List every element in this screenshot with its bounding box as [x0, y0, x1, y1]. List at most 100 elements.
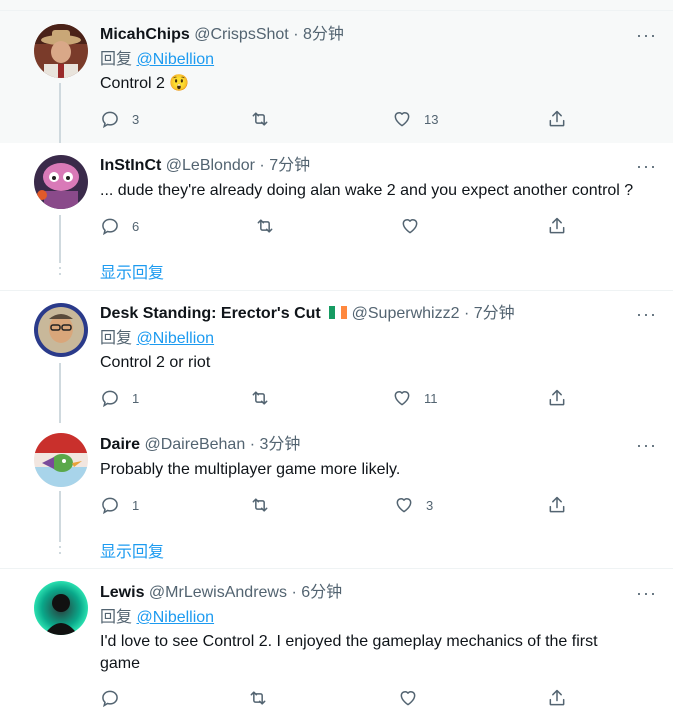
tweet-card[interactable]: MicahChips @CrispsShot · 8分钟 ··· 回复 @Nib…: [0, 11, 673, 143]
reply-icon: [102, 218, 118, 236]
reply-button[interactable]: 3: [100, 109, 139, 129]
reply-button[interactable]: 1: [100, 495, 139, 515]
retweet-icon: [252, 112, 268, 126]
reply-button[interactable]: 6: [100, 216, 139, 236]
thread-line: [59, 215, 61, 261]
action-bar: 1 3: [100, 495, 580, 515]
like-button[interactable]: 13: [392, 109, 438, 129]
like-count: 3: [426, 497, 434, 513]
retweet-button[interactable]: [250, 495, 282, 515]
like-button[interactable]: 3: [394, 495, 433, 515]
thread-dots: [59, 540, 61, 558]
tweet-header: MicahChips @CrispsShot · 8分钟: [100, 25, 344, 45]
separator-dot: ·: [463, 305, 470, 322]
share-button[interactable]: [547, 688, 567, 708]
display-name[interactable]: Desk Standing: Erector's Cut: [100, 305, 321, 322]
timestamp[interactable]: 7分钟: [269, 157, 310, 174]
reply-button[interactable]: [100, 688, 132, 708]
like-button[interactable]: [400, 216, 432, 236]
reply-icon: [102, 390, 118, 408]
ireland-flag-icon: [329, 306, 348, 319]
show-replies-link[interactable]: 显示回复: [100, 259, 164, 283]
like-button[interactable]: [398, 688, 430, 708]
reply-prefix: 回复: [100, 51, 133, 68]
like-icon: [402, 219, 418, 234]
user-handle[interactable]: @LeBlondor: [166, 157, 255, 174]
tweet-text: I'd love to see Control 2. I enjoyed the…: [100, 633, 598, 672]
mention-link[interactable]: @Nibellion: [136, 330, 214, 347]
user-handle[interactable]: @DaireBehan: [144, 436, 245, 453]
like-icon: [394, 391, 410, 406]
tweet-card[interactable]: Lewis @MrLewisAndrews · 6分钟 ··· 回复 @Nibe…: [0, 569, 673, 716]
avatar[interactable]: [34, 155, 88, 209]
tweet-header: Desk Standing: Erector's Cut @Superwhizz…: [100, 304, 515, 324]
avatar[interactable]: [34, 24, 88, 78]
reply-count: 1: [132, 497, 140, 513]
action-bar: 6: [100, 216, 580, 236]
top-strip: [0, 0, 673, 11]
avatar[interactable]: [34, 433, 88, 487]
reply-context: 回复 @Nibellion: [100, 329, 214, 349]
action-bar: 3 13: [100, 109, 580, 129]
more-icon[interactable]: ···: [636, 305, 657, 323]
share-button[interactable]: [547, 109, 567, 129]
share-icon: [549, 689, 565, 706]
display-name[interactable]: MicahChips: [100, 26, 190, 43]
retweet-button[interactable]: [250, 388, 282, 408]
retweet-icon: [257, 219, 273, 233]
tweet-text: Control 2 or riot: [100, 354, 211, 371]
retweet-icon: [250, 691, 266, 705]
reply-count: 3: [132, 111, 140, 127]
share-button[interactable]: [547, 495, 567, 515]
share-button[interactable]: [547, 388, 567, 408]
action-bar: 1 11: [100, 388, 580, 408]
mention-link[interactable]: @Nibellion: [136, 609, 214, 626]
tweet-card[interactable]: InStInCt @LeBlondor · 7分钟 ··· ... dude t…: [0, 143, 673, 290]
reply-context: 回复 @Nibellion: [100, 50, 214, 70]
retweet-button[interactable]: [248, 688, 280, 708]
like-icon: [396, 498, 412, 513]
display-name[interactable]: Daire: [100, 436, 140, 453]
share-button[interactable]: [547, 216, 567, 236]
more-icon[interactable]: ···: [636, 584, 657, 602]
display-name[interactable]: Lewis: [100, 584, 144, 601]
retweet-button[interactable]: [250, 109, 282, 129]
more-icon[interactable]: ···: [636, 26, 657, 44]
show-replies-link[interactable]: 显示回复: [100, 538, 164, 562]
share-icon: [549, 389, 565, 406]
share-icon: [549, 496, 565, 513]
thread-line: [59, 83, 61, 143]
tweet-header: Daire @DaireBehan · 3分钟: [100, 435, 300, 455]
thread-line: [59, 363, 61, 423]
reply-button[interactable]: 1: [100, 388, 139, 408]
avatar[interactable]: [34, 581, 88, 635]
user-handle[interactable]: @MrLewisAndrews: [149, 584, 287, 601]
reply-count: 1: [132, 390, 140, 406]
like-count: 11: [424, 390, 438, 406]
tweet-card[interactable]: Desk Standing: Erector's Cut @Superwhizz…: [0, 291, 673, 423]
display-name[interactable]: InStInCt: [100, 157, 161, 174]
reply-context: 回复 @Nibellion: [100, 608, 214, 628]
timestamp[interactable]: 8分钟: [303, 26, 344, 43]
user-handle[interactable]: @CrispsShot: [194, 26, 289, 43]
timestamp[interactable]: 6分钟: [301, 584, 342, 601]
reply-icon: [102, 497, 118, 515]
tweet-card[interactable]: Daire @DaireBehan · 3分钟 ··· Probably the…: [0, 423, 673, 568]
separator-dot: ·: [293, 26, 299, 43]
avatar[interactable]: [34, 303, 88, 357]
retweet-icon: [252, 498, 268, 512]
retweet-button[interactable]: [255, 216, 287, 236]
mention-link[interactable]: @Nibellion: [136, 51, 214, 68]
reply-prefix: 回复: [100, 330, 133, 347]
reply-icon: [102, 690, 118, 708]
thread-dots: [59, 261, 61, 279]
user-handle[interactable]: @Superwhizz2: [352, 305, 460, 322]
tweet-text: Probably the multiplayer game more likel…: [100, 461, 401, 478]
like-button[interactable]: 11: [392, 388, 438, 408]
timestamp[interactable]: 3分钟: [259, 436, 300, 453]
separator-dot: ·: [259, 157, 265, 174]
more-icon[interactable]: ···: [636, 157, 657, 175]
more-icon[interactable]: ···: [636, 436, 657, 454]
share-icon: [549, 110, 565, 127]
timestamp[interactable]: 7分钟: [474, 305, 515, 322]
